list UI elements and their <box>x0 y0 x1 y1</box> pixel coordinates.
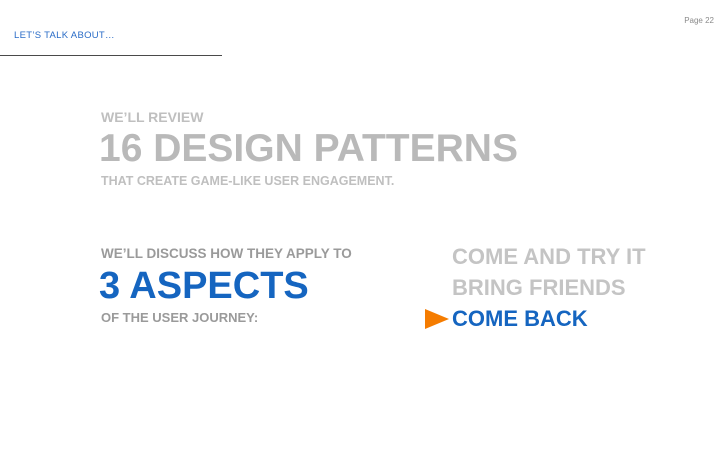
discussion-headline: 3 ASPECTS <box>99 265 309 307</box>
discussion-subline: OF THE USER JOURNEY: <box>101 310 259 325</box>
discussion-intro: WE’LL DISCUSS HOW THEY APPLY TO <box>101 246 352 261</box>
journey-item-bring-friends: BRING FRIENDS <box>425 272 646 303</box>
journey-item-label: COME BACK <box>452 305 588 331</box>
journey-item-come-and-try-it: COME AND TRY IT <box>425 241 646 272</box>
section-divider <box>0 55 222 56</box>
page-number: Page 22 <box>684 16 714 25</box>
review-subline: THAT CREATE GAME-LIKE USER ENGAGEMENT. <box>101 174 395 188</box>
arrow-right-icon <box>425 309 449 329</box>
section-label: LET’S TALK ABOUT… <box>14 30 115 41</box>
review-headline: 16 DESIGN PATTERNS <box>99 127 518 170</box>
journey-list: COME AND TRY IT BRING FRIENDS COME BACK <box>425 241 646 334</box>
journey-item-label: BRING FRIENDS <box>452 274 626 300</box>
review-intro: WE’LL REVIEW <box>101 109 204 125</box>
journey-item-come-back: COME BACK <box>425 303 646 334</box>
journey-item-label: COME AND TRY IT <box>452 243 646 269</box>
